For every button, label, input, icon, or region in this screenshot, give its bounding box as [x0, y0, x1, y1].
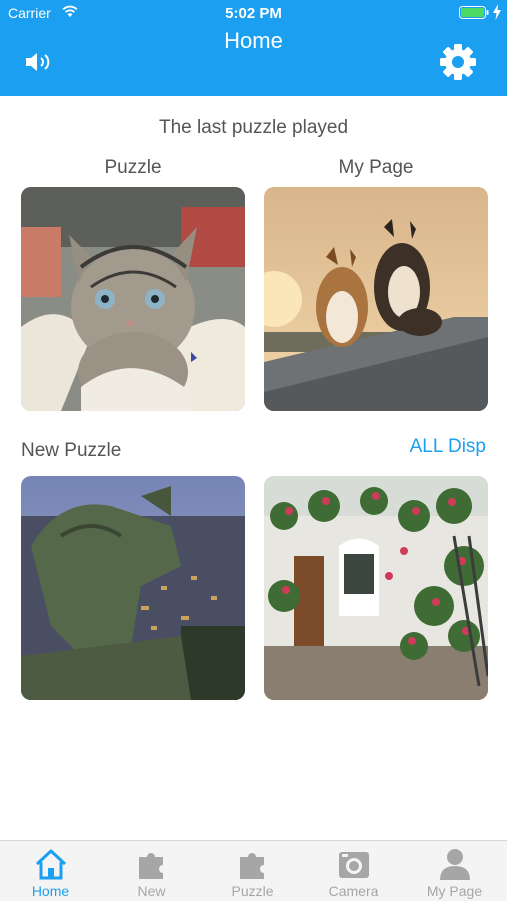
recent-mypage-label: My Page [338, 157, 414, 178]
tab-new[interactable]: New [101, 841, 202, 901]
recent-puzzle-label: Puzzle [104, 157, 162, 178]
flower-courtyard-image [264, 476, 488, 700]
new-puzzle-heading: New Puzzle [21, 440, 122, 461]
puzzle-piece-icon [139, 853, 163, 879]
tab-camera-label: Camera [328, 883, 379, 899]
home-icon [35, 849, 67, 880]
kitten-image [21, 187, 245, 411]
tab-puzzle-label: Puzzle [231, 883, 274, 899]
tab-new-label: New [137, 883, 166, 899]
tab-puzzle[interactable]: Puzzle [202, 841, 303, 901]
battery-icon [459, 6, 489, 19]
kitten-puzzle-thumbnail[interactable] [21, 187, 245, 411]
dogs-mypage-thumbnail[interactable] [264, 187, 488, 411]
top-header: Carrier 5:02 PM Home [0, 0, 507, 96]
tab-mypage-label: My Page [426, 883, 483, 899]
tab-home-label: Home [31, 883, 70, 899]
gargoyle-puzzle-thumbnail[interactable] [21, 476, 245, 700]
gargoyle-image [21, 476, 245, 700]
bottom-tab-bar: Home New Puzzle Camera My Page [0, 840, 507, 901]
person-icon [440, 849, 470, 880]
all-display-link[interactable]: ALL Disp [410, 436, 486, 458]
charging-icon [493, 4, 501, 20]
puzzle-piece-icon [240, 853, 264, 879]
flower-courtyard-thumbnail[interactable] [264, 476, 488, 700]
last-played-heading: The last puzzle played [158, 117, 349, 138]
tab-camera[interactable]: Camera [303, 841, 404, 901]
clock: 5:02 PM [225, 5, 282, 22]
sound-icon[interactable] [24, 51, 54, 73]
dogs-image [264, 187, 488, 411]
page-title: Home [224, 28, 283, 53]
tab-mypage[interactable]: My Page [404, 841, 505, 901]
camera-icon [339, 852, 369, 878]
settings-gear-icon[interactable] [439, 43, 477, 81]
status-bar: Carrier 5:02 PM [0, 0, 507, 26]
tab-home[interactable]: Home [0, 841, 101, 901]
